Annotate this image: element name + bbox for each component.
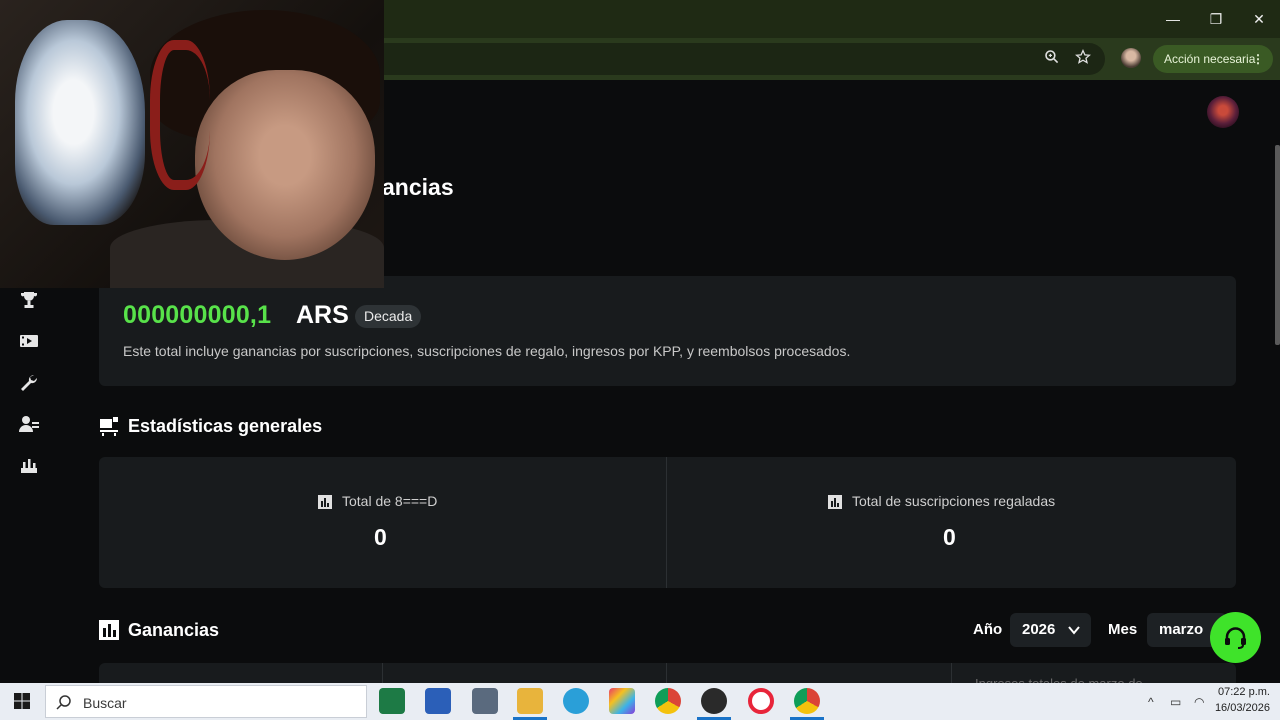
- stat-value-total: 0: [374, 524, 387, 550]
- general-stats-title: Estadísticas generales: [128, 416, 323, 436]
- calculator-icon[interactable]: [472, 688, 498, 714]
- year-select[interactable]: 2026: [1010, 613, 1091, 647]
- period-badge: Decada: [355, 305, 422, 328]
- stat-value-gifted-subs: 0: [943, 524, 956, 550]
- chevron-up-icon[interactable]: ^: [1148, 695, 1162, 709]
- month-value: marzo: [1159, 621, 1204, 638]
- webcam-overlay: [0, 0, 384, 288]
- year-value: 2026: [1022, 621, 1056, 638]
- stats-divider: [666, 457, 667, 588]
- stat-label-gifted-subs: Total de suscripciones regaladas: [852, 493, 1056, 509]
- clock-time[interactable]: 07:22 p.m.: [1210, 686, 1270, 698]
- wifi-icon[interactable]: ◠: [1194, 695, 1208, 709]
- users-icon[interactable]: [18, 413, 40, 435]
- clock-date[interactable]: 16/03/2026: [1210, 702, 1270, 714]
- wrench-icon[interactable]: [18, 372, 40, 394]
- action-needed-button[interactable]: Acción necesaria ⋮: [1153, 45, 1273, 73]
- webcam-headset: [150, 40, 210, 190]
- stats-section-icon: [98, 415, 120, 437]
- address-bar[interactable]: [370, 43, 1105, 75]
- telegram-icon[interactable]: [563, 688, 589, 714]
- sale-icon[interactable]: [18, 454, 40, 476]
- taskbar: Buscar ^ ▭ ◠ 07:22 p.m. 16/03/2026: [0, 683, 1280, 720]
- stat-label-total: Total de 8===D: [342, 493, 438, 509]
- bookmark-star-icon[interactable]: [1073, 49, 1093, 69]
- total-description: Este total incluye ganancias por suscrip…: [123, 343, 851, 359]
- webcam-light: [15, 20, 145, 225]
- obs-icon[interactable]: [701, 688, 727, 714]
- chevron-down-icon: [1067, 613, 1081, 650]
- chrome-profile-icon[interactable]: [794, 688, 820, 714]
- battery-icon[interactable]: ▭: [1170, 695, 1184, 709]
- restore-button[interactable]: ❐: [1205, 8, 1227, 30]
- excel-icon[interactable]: [379, 688, 405, 714]
- more-vert-icon: ⋮: [1252, 52, 1264, 66]
- file-explorer-icon[interactable]: [517, 688, 543, 714]
- total-amount: 000000000,1: [123, 301, 272, 329]
- user-avatar[interactable]: [1207, 96, 1239, 128]
- page-scrollbar[interactable]: [1275, 145, 1280, 345]
- taskbar-search[interactable]: Buscar: [45, 685, 367, 718]
- trophy-icon[interactable]: [18, 289, 40, 311]
- month-label: Mes: [1108, 621, 1138, 638]
- help-chat-button[interactable]: [1210, 612, 1261, 663]
- total-earnings-card: [99, 276, 1236, 386]
- page-title: ancias: [382, 174, 454, 200]
- webcam-face: [195, 70, 375, 260]
- total-currency: ARS: [296, 301, 349, 329]
- zoom-icon[interactable]: [1042, 49, 1062, 69]
- word-icon[interactable]: [425, 688, 451, 714]
- chrome-icon[interactable]: [655, 688, 681, 714]
- browser-profile-avatar[interactable]: [1121, 48, 1141, 68]
- breakdown-divider: [666, 663, 667, 683]
- bar-chart-icon: [827, 494, 843, 510]
- colorful-app-icon[interactable]: [609, 688, 635, 714]
- windows-start-icon[interactable]: [14, 693, 30, 709]
- general-stats-card: [99, 457, 1236, 588]
- year-label: Año: [973, 621, 1003, 638]
- video-icon[interactable]: [18, 330, 40, 352]
- opera-icon[interactable]: [748, 688, 774, 714]
- close-button[interactable]: ✕: [1248, 8, 1270, 30]
- earnings-chart-icon: [98, 619, 120, 641]
- action-needed-label: Acción necesaria: [1164, 52, 1256, 66]
- minimize-button[interactable]: —: [1162, 8, 1184, 30]
- breakdown-divider: [951, 663, 952, 683]
- breakdown-divider: [382, 663, 383, 683]
- search-placeholder: Buscar: [83, 695, 127, 711]
- headset-icon: [1225, 627, 1246, 649]
- earnings-title: Ganancias: [128, 620, 220, 640]
- search-icon: [56, 694, 72, 710]
- bar-chart-icon: [317, 494, 333, 510]
